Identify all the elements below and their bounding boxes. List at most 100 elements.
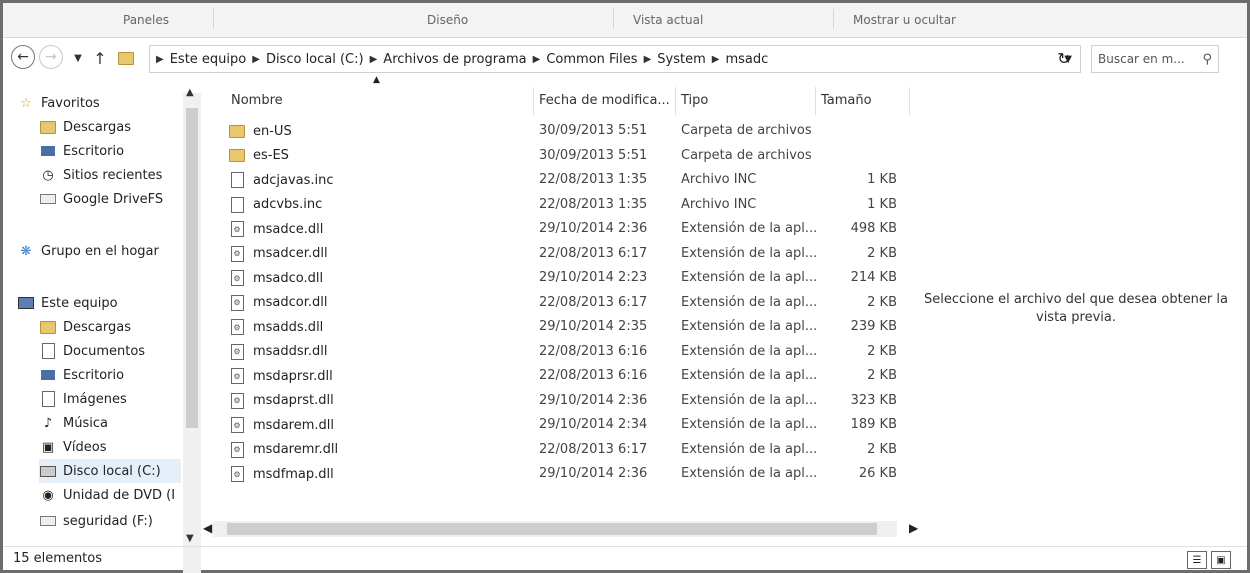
file-name-cell[interactable]: ⚙ msdaremr.dll <box>229 438 338 462</box>
sidebar-item-musica[interactable]: ♪ Música <box>39 411 108 435</box>
sidebar-grupo-hogar[interactable]: ❋ Grupo en el hogar <box>17 239 159 263</box>
column-divider[interactable] <box>815 87 816 115</box>
file-name-cell[interactable]: ⚙ msaddsr.dll <box>229 340 327 364</box>
up-arrow-icon[interactable]: ↑ <box>87 45 113 71</box>
ribbon: Paneles Diseño Vista actual Mostrar u oc… <box>3 3 1247 38</box>
file-name-cell[interactable]: ⚙ msadce.dll <box>229 217 323 241</box>
breadcrumb-archivos-de-programa[interactable]: Archivos de programa <box>383 52 526 67</box>
file-row[interactable]: ⚙ msadcor.dll 22/08/2013 6:17 Extensión de … <box>229 291 909 315</box>
sidebar-item-descargas[interactable]: Descargas <box>39 315 131 339</box>
refresh-icon[interactable]: ↻ <box>1051 45 1077 71</box>
file-row[interactable]: ⚙ msdaprst.dll 29/10/2014 2:36 Extensión de… <box>229 389 909 413</box>
sidebar-scrollbar-thumb[interactable] <box>186 108 198 428</box>
file-row[interactable]: ⚙ msdarem.dll 29/10/2014 2:34 Extensión de … <box>229 413 909 437</box>
file-name: msdfmap.dll <box>253 466 334 482</box>
ribbon-group-diseno[interactable]: Diseño <box>427 13 468 27</box>
sidebar-item-label: Música <box>63 415 108 431</box>
back-arrow-icon[interactable]: ← <box>11 45 35 69</box>
scroll-right-icon[interactable]: ▶ <box>909 521 918 535</box>
scroll-left-icon[interactable]: ◀ <box>203 521 212 535</box>
file-name: msadcer.dll <box>253 246 328 261</box>
column-divider[interactable] <box>909 87 910 115</box>
sidebar-item-seguridad[interactable]: seguridad (F:) <box>39 509 153 533</box>
sidebar-este-equipo[interactable]: Este equipo <box>17 291 118 315</box>
column-divider[interactable] <box>675 87 676 115</box>
sidebar-item-escritorio[interactable]: Escritorio <box>39 139 124 163</box>
file-name-cell[interactable]: en-US <box>229 119 292 143</box>
file-type: Extensión de la apl... <box>681 294 818 310</box>
forward-arrow-icon[interactable]: → <box>39 45 63 69</box>
file-row[interactable]: ⚙ msdfmap.dll 29/10/2014 2:36 Extensión de … <box>229 462 909 486</box>
large-icons-view-icon[interactable]: ▣ <box>1211 551 1231 569</box>
file-row[interactable]: ⚙ msaddsr.dll 22/08/2013 6:16 Extensión de … <box>229 340 909 364</box>
sidebar-item-documentos[interactable]: Documentos <box>39 339 145 363</box>
ribbon-group-mostrar-ocultar[interactable]: Mostrar u ocultar <box>853 13 956 27</box>
file-name-cell[interactable]: ⚙ msadco.dll <box>229 266 323 290</box>
file-name-cell[interactable]: ⚙ msdaprsr.dll <box>229 364 333 388</box>
column-header-tamano[interactable]: Tamaño <box>821 89 872 111</box>
file-row[interactable]: adcvbs.inc 22/08/2013 1:35 Archivo INC 1 KB <box>229 193 909 217</box>
sidebar-item-descargas[interactable]: Descargas <box>39 115 131 139</box>
breadcrumb-common-files[interactable]: Common Files <box>546 52 637 67</box>
dll-icon: ⚙ <box>229 270 245 286</box>
file-row[interactable]: ⚙ msadcer.dll 22/08/2013 6:17 Extensión de … <box>229 242 909 266</box>
file-row[interactable]: ⚙ msadce.dll 29/10/2014 2:36 Extensión de l… <box>229 217 909 241</box>
breadcrumb-chevron-icon[interactable]: ▶ <box>370 54 378 65</box>
file-size: 2 KB <box>867 368 897 383</box>
file-name-cell[interactable]: adcvbs.inc <box>229 193 322 217</box>
file-row[interactable]: ⚙ msdaprsr.dll 22/08/2013 6:16 Extensión de… <box>229 364 909 388</box>
breadcrumb-este-equipo[interactable]: Este equipo <box>170 52 247 67</box>
sidebar-item-label: Este equipo <box>41 295 118 311</box>
sidebar-item-disco-local[interactable]: Disco local (C:) <box>39 459 181 483</box>
sidebar-item-label: seguridad (F:) <box>63 513 153 529</box>
breadcrumb-disco-local[interactable]: Disco local (C:) <box>266 52 364 67</box>
ribbon-group-paneles[interactable]: Paneles <box>123 13 169 27</box>
sidebar-item-google-drivefs[interactable]: Google DriveFS <box>39 187 163 211</box>
details-view-icon[interactable]: ☰ <box>1187 551 1207 569</box>
file-name-cell[interactable]: ⚙ msdaprst.dll <box>229 389 334 413</box>
file-size: 323 KB <box>850 392 897 408</box>
breadcrumb-msadc[interactable]: msadc <box>725 52 768 67</box>
sidebar-item-dvd[interactable]: ◉ Unidad de DVD (I <box>39 483 175 507</box>
file-name-cell[interactable]: ⚙ msdfmap.dll <box>229 462 334 486</box>
column-header-fecha[interactable]: Fecha de modifica... <box>539 89 670 111</box>
sidebar-item-videos[interactable]: ▣ Vídeos <box>39 435 107 459</box>
scroll-up-icon[interactable]: ▲ <box>186 87 194 98</box>
file-row[interactable]: ⚙ msdaremr.dll 22/08/2013 6:17 Extensión de… <box>229 438 909 462</box>
ribbon-group-vista-actual[interactable]: Vista actual <box>633 13 703 27</box>
sidebar-item-label: Google DriveFS <box>63 191 164 207</box>
file-row[interactable]: adcjavas.inc 22/08/2013 1:35 Archivo INC 1 … <box>229 168 909 192</box>
file-row[interactable]: ⚙ msadco.dll 29/10/2014 2:23 Extensión de l… <box>229 266 909 290</box>
file-name-cell[interactable]: adcjavas.inc <box>229 168 334 192</box>
breadcrumb-system[interactable]: System <box>657 52 705 67</box>
file-name-cell[interactable]: ⚙ msadds.dll <box>229 315 323 339</box>
sidebar-item-sitios-recientes[interactable]: ◷ Sitios recientes <box>39 163 162 187</box>
horizontal-scrollbar-thumb[interactable] <box>227 523 877 535</box>
search-input[interactable]: Buscar en m... ⚲ <box>1091 45 1219 73</box>
search-icon[interactable]: ⚲ <box>1202 52 1212 67</box>
breadcrumb-chevron-icon[interactable]: ▶ <box>533 54 541 65</box>
sidebar-favorites[interactable]: ☆ Favoritos <box>17 91 100 115</box>
file-name-cell[interactable]: ⚙ msadcor.dll <box>229 291 328 315</box>
file-row[interactable]: es-ES 30/09/2013 5:51 Carpeta de archivos <box>229 144 909 168</box>
file-row[interactable]: ⚙ msadds.dll 29/10/2014 2:35 Extensión de l… <box>229 315 909 339</box>
file-date: 22/08/2013 6:16 <box>539 368 648 383</box>
sidebar-item-imagenes[interactable]: Imágenes <box>39 387 127 411</box>
item-count: 15 elementos <box>13 551 103 566</box>
breadcrumb-chevron-icon[interactable]: ▶ <box>712 54 720 65</box>
file-name-cell[interactable]: ⚙ msadcer.dll <box>229 242 328 266</box>
column-divider[interactable] <box>533 87 534 115</box>
breadcrumb-chevron-icon[interactable]: ▶ <box>644 54 652 65</box>
file-name-cell[interactable]: es-ES <box>229 144 289 168</box>
file-row[interactable]: en-US 30/09/2013 5:51 Carpeta de archivos <box>229 119 909 143</box>
column-header-nombre[interactable]: Nombre <box>231 89 283 111</box>
address-bar[interactable]: ▶ Este equipo ▶ Disco local (C:) ▶ Archi… <box>149 45 1081 73</box>
sidebar-item-label: Unidad de DVD (I <box>63 487 176 503</box>
file-name-cell[interactable]: ⚙ msdarem.dll <box>229 413 334 437</box>
sidebar-item-escritorio[interactable]: Escritorio <box>39 363 124 387</box>
breadcrumb-chevron-icon[interactable]: ▶ <box>252 54 260 65</box>
breadcrumb-chevron-icon[interactable]: ▶ <box>156 54 164 65</box>
homegroup-icon: ❋ <box>20 243 32 259</box>
column-header-tipo[interactable]: Tipo <box>681 89 708 111</box>
scroll-down-icon[interactable]: ▼ <box>186 533 194 544</box>
